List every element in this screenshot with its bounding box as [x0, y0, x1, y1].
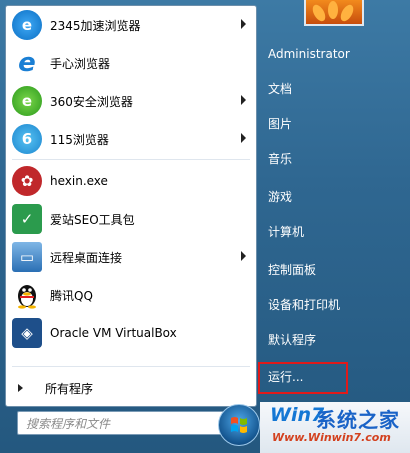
program-label: Oracle VM VirtualBox — [50, 326, 177, 340]
program-label: 115浏览器 — [50, 132, 109, 147]
pictures-link[interactable]: 图片 — [268, 111, 398, 137]
program-360-browser[interactable]: e 360安全浏览器 — [6, 82, 256, 120]
games-link[interactable]: 游戏 — [268, 184, 398, 210]
expand-arrow-icon — [18, 384, 23, 392]
program-115-browser[interactable]: 6 115浏览器 — [6, 120, 256, 158]
program-label: 爱站SEO工具包 — [50, 212, 135, 227]
programs-pane: e 2345加速浏览器 e 手心浏览器 e 360安全浏览器 6 115浏览器 … — [5, 5, 257, 407]
start-menu: e 2345加速浏览器 e 手心浏览器 e 360安全浏览器 6 115浏览器 … — [0, 0, 410, 453]
virtualbox-icon: ◈ — [12, 318, 42, 348]
search-input[interactable]: 搜索程序和文件 — [17, 411, 247, 435]
watermark-title: 系统之家 — [316, 408, 400, 432]
watermark-url: Www.Winwin7.com — [272, 431, 391, 444]
program-hexin[interactable]: ✿ hexin.exe — [6, 162, 256, 200]
program-remote-desktop[interactable]: ▭ 远程桌面连接 — [6, 238, 256, 276]
program-label: 360安全浏览器 — [50, 94, 133, 109]
control-panel-link[interactable]: 控制面板 — [268, 257, 398, 283]
divider — [12, 159, 250, 160]
2345-browser-icon: e — [12, 10, 42, 40]
divider — [12, 366, 250, 367]
search-placeholder: 搜索程序和文件 — [26, 416, 111, 431]
music-link[interactable]: 音乐 — [268, 146, 398, 172]
program-shouxin-browser[interactable]: e 手心浏览器 — [6, 44, 256, 82]
aizhan-seo-icon: ✓ — [12, 204, 42, 234]
run-highlight-box — [258, 362, 348, 394]
submenu-arrow-icon[interactable] — [241, 133, 246, 143]
user-avatar[interactable] — [304, 0, 364, 26]
hexin-icon: ✿ — [12, 166, 42, 196]
all-programs-button[interactable]: 所有程序 — [6, 371, 256, 405]
user-folder-link[interactable]: Administrator — [268, 41, 398, 67]
default-programs-link[interactable]: 默认程序 — [268, 327, 398, 353]
program-label: 2345加速浏览器 — [50, 18, 141, 33]
program-2345-browser[interactable]: e 2345加速浏览器 — [6, 6, 256, 44]
360-browser-icon: e — [12, 86, 42, 116]
program-aizhan-seo[interactable]: ✓ 爱站SEO工具包 — [6, 200, 256, 238]
program-virtualbox[interactable]: ◈ Oracle VM VirtualBox — [6, 314, 256, 352]
remote-desktop-icon: ▭ — [12, 242, 42, 272]
115-browser-icon: 6 — [12, 124, 42, 154]
submenu-arrow-icon[interactable] — [241, 251, 246, 261]
all-programs-label: 所有程序 — [45, 381, 94, 396]
qq-penguin-icon — [12, 280, 42, 310]
program-label: 腾讯QQ — [50, 288, 93, 303]
program-qq[interactable]: 腾讯QQ — [6, 276, 256, 314]
devices-printers-link[interactable]: 设备和打印机 — [268, 292, 398, 318]
documents-link[interactable]: 文档 — [268, 76, 398, 102]
windows-orb-icon[interactable] — [218, 404, 260, 446]
program-label: hexin.exe — [50, 174, 108, 188]
program-label: 手心浏览器 — [50, 56, 111, 71]
shouxin-browser-icon: e — [12, 48, 42, 78]
submenu-arrow-icon[interactable] — [241, 95, 246, 105]
submenu-arrow-icon[interactable] — [241, 19, 246, 29]
computer-link[interactable]: 计算机 — [268, 219, 398, 245]
program-label: 远程桌面连接 — [50, 250, 123, 265]
